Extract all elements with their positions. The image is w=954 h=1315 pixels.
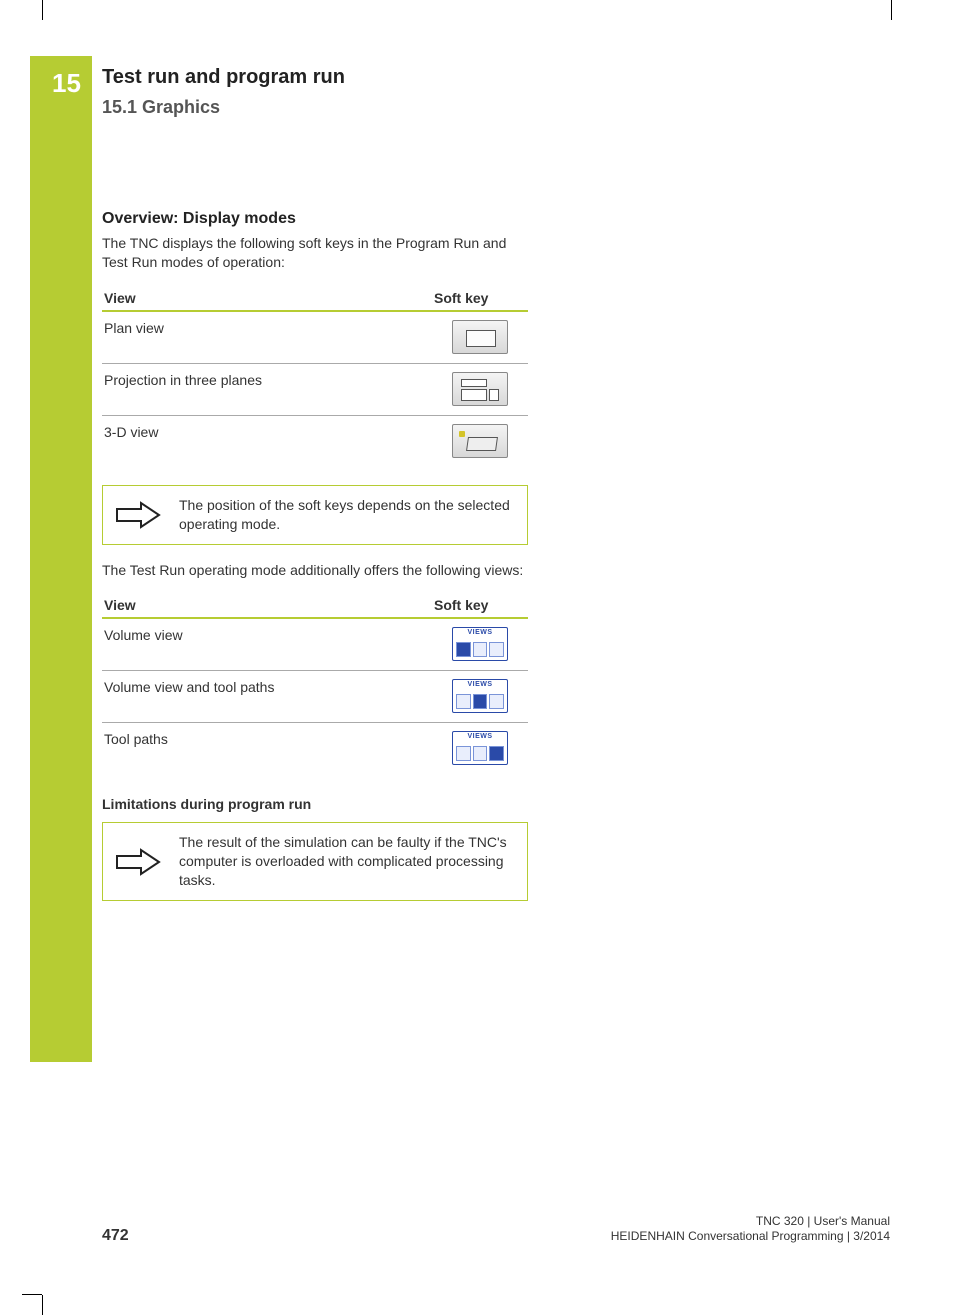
3d-view-icon <box>452 424 508 458</box>
hint-box: The position of the soft keys depends on… <box>102 485 528 545</box>
footer-line1: TNC 320 | User's Manual <box>611 1214 890 1230</box>
display-modes-table: View Soft key Plan view Projection in th… <box>102 286 528 467</box>
crop-mark <box>22 1294 42 1295</box>
overview-heading: Overview: Display modes <box>102 210 852 228</box>
testrun-intro: The Test Run operating mode additionally… <box>102 561 532 580</box>
table-row: Volume view and tool paths VIEWS <box>102 671 528 723</box>
overview-intro: The TNC displays the following soft keys… <box>102 234 532 272</box>
footer-meta: TNC 320 | User's Manual HEIDENHAIN Conve… <box>611 1214 890 1245</box>
page-footer: 472 TNC 320 | User's Manual HEIDENHAIN C… <box>102 1214 890 1245</box>
crop-mark <box>42 1295 43 1315</box>
views-volume-icon: VIEWS <box>452 627 508 661</box>
views-toolpaths-icon: VIEWS <box>452 731 508 765</box>
table-row: Tool paths VIEWS <box>102 723 528 775</box>
hint-text: The position of the soft keys depends on… <box>179 496 515 534</box>
hint-box: The result of the simulation can be faul… <box>102 822 528 901</box>
view-label: Volume view and tool paths <box>102 671 432 723</box>
chapter-tab <box>30 56 92 1062</box>
limitations-heading: Limitations during program run <box>102 796 852 812</box>
view-label: Plan view <box>102 311 432 364</box>
table-row: 3-D view <box>102 415 528 467</box>
chapter-number: 15 <box>52 68 81 99</box>
view-label: Tool paths <box>102 723 432 775</box>
views-volume-toolpaths-icon: VIEWS <box>452 679 508 713</box>
hint-text: The result of the simulation can be faul… <box>179 833 515 890</box>
projection-three-planes-icon <box>452 372 508 406</box>
crop-mark <box>891 0 892 20</box>
view-label: 3-D view <box>102 415 432 467</box>
arrow-right-icon <box>115 500 161 530</box>
chapter-title: Test run and program run <box>102 66 852 89</box>
plan-view-icon <box>452 320 508 354</box>
crop-mark <box>42 0 43 20</box>
view-label: Projection in three planes <box>102 363 432 415</box>
section-title: 15.1 Graphics <box>102 97 852 118</box>
page-number: 472 <box>102 1227 129 1245</box>
col-view: View <box>102 286 432 311</box>
testrun-views-table: View Soft key Volume view VIEWS Volume v… <box>102 593 528 774</box>
col-softkey: Soft key <box>432 286 528 311</box>
table-row: Volume view VIEWS <box>102 618 528 671</box>
col-view: View <box>102 593 432 618</box>
col-softkey: Soft key <box>432 593 528 618</box>
table-row: Projection in three planes <box>102 363 528 415</box>
view-label: Volume view <box>102 618 432 671</box>
arrow-right-icon <box>115 847 161 877</box>
footer-line2: HEIDENHAIN Conversational Programming | … <box>611 1229 890 1245</box>
table-row: Plan view <box>102 311 528 364</box>
